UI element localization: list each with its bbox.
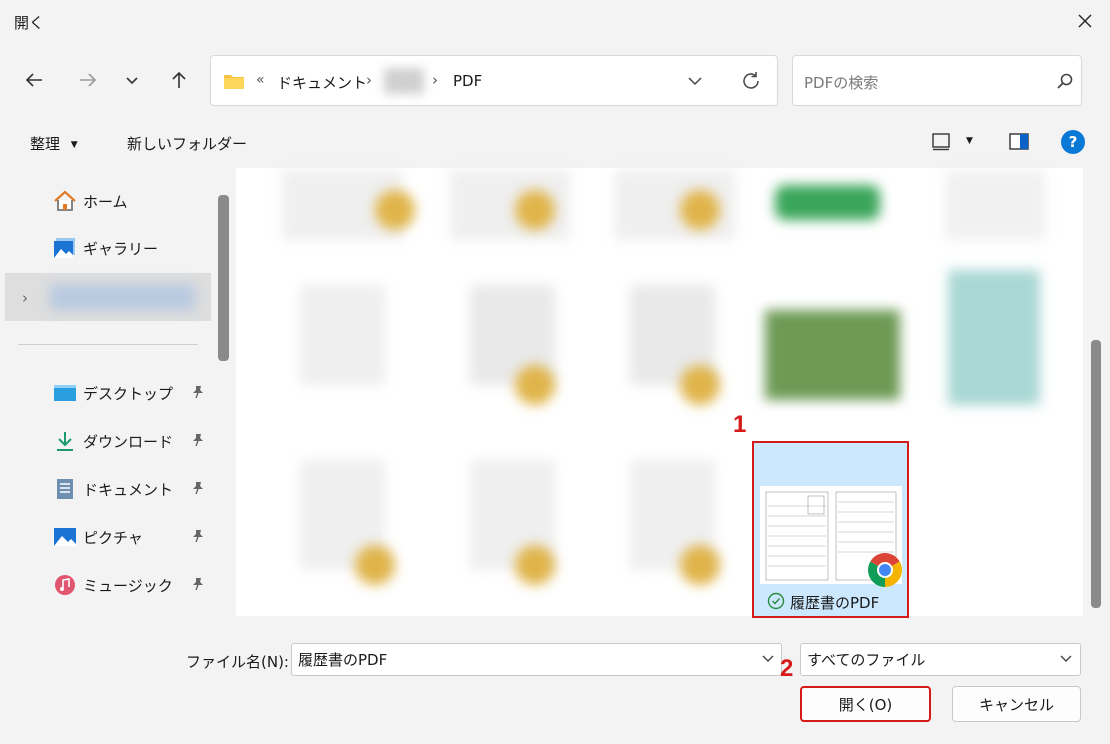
filename-label: ファイル名(N): [186, 653, 289, 671]
blurred-chrome-icon [515, 545, 555, 585]
sidebar-item-label: ホーム [83, 192, 128, 211]
organize-menu[interactable]: 整理 ▼ [30, 133, 78, 154]
step-1-marker: 1 [733, 411, 747, 438]
blurred-image-thumbnail[interactable] [765, 310, 900, 400]
pin-icon[interactable] [191, 577, 205, 595]
sidebar-item-documents[interactable]: ドキュメント [5, 466, 211, 512]
download-icon [53, 429, 77, 453]
title-bar [0, 0, 1110, 44]
recent-chevron-down-icon[interactable] [114, 62, 150, 98]
desktop-icon [53, 381, 77, 405]
close-icon[interactable] [1070, 6, 1100, 36]
sidebar-item-music[interactable]: ミュージック [5, 562, 211, 608]
filetype-value: すべてのファイル [807, 651, 926, 669]
sidebar-item-label: ピクチャ [83, 528, 143, 547]
home-icon [53, 189, 77, 213]
sidebar-divider [18, 344, 198, 345]
pictures-icon [53, 525, 77, 549]
chrome-icon [866, 551, 904, 593]
breadcrumb-separator-icon: › [366, 71, 372, 89]
blurred-chrome-icon [680, 545, 720, 585]
sidebar-scrollbar[interactable] [218, 195, 229, 361]
filetype-dropdown-chevron-icon[interactable] [1058, 650, 1074, 670]
sidebar-item-desktop[interactable]: デスクトップ [5, 370, 211, 416]
new-folder-button[interactable]: 新しいフォルダー [127, 133, 247, 154]
refresh-icon[interactable] [740, 70, 762, 96]
blurred-file-thumbnail[interactable] [945, 170, 1045, 240]
sidebar-item-label: ダウンロード [83, 432, 174, 451]
sidebar-item-downloads[interactable]: ダウンロード [5, 418, 211, 464]
open-button[interactable]: 開く(O) [800, 686, 931, 722]
up-arrow-icon[interactable] [161, 62, 197, 98]
help-icon[interactable]: ? [1061, 130, 1085, 154]
selected-file-name: 履歴書のPDF [790, 594, 880, 612]
music-icon [53, 573, 77, 597]
document-icon [53, 477, 77, 501]
blurred-file-thumbnail[interactable] [300, 285, 385, 385]
filetype-select[interactable]: すべてのファイル [800, 643, 1081, 676]
sync-status-check-icon [767, 592, 785, 614]
sidebar-item-home[interactable]: ホーム [5, 178, 211, 224]
expand-chevron-icon[interactable]: › [22, 289, 28, 307]
pin-icon[interactable] [191, 385, 205, 403]
sidebar-item-label: ドキュメント [83, 480, 174, 499]
view-layout-icon[interactable] [932, 133, 952, 155]
view-dropdown-caret-icon[interactable]: ▼ [966, 136, 973, 146]
breadcrumb-separator-icon: › [432, 71, 438, 89]
blurred-chrome-icon [680, 190, 720, 230]
folder-icon [223, 72, 245, 94]
blurred-chrome-icon [355, 545, 395, 585]
sidebar-item-label: ギャラリー [83, 239, 159, 258]
search-input[interactable]: PDFの検索 [804, 72, 878, 93]
search-icon[interactable] [1056, 72, 1074, 94]
forward-arrow-icon[interactable] [70, 62, 106, 98]
preview-pane-icon[interactable] [1009, 133, 1029, 155]
breadcrumb-overflow[interactable]: « [256, 72, 265, 88]
step-2-marker: 2 [780, 655, 794, 682]
sidebar-item-label: デスクトップ [83, 384, 174, 403]
gallery-icon [53, 236, 77, 260]
blurred-location [50, 284, 195, 310]
blurred-chrome-icon [375, 190, 415, 230]
back-arrow-icon[interactable] [16, 62, 52, 98]
blurred-chrome-icon [515, 365, 555, 405]
caret-down-icon: ▼ [70, 140, 78, 150]
window-title: 開く [14, 14, 45, 32]
breadcrumb-pdf[interactable]: PDF [453, 72, 482, 90]
address-dropdown-chevron-icon[interactable] [686, 72, 704, 94]
file-view-scrollbar[interactable] [1091, 340, 1101, 608]
pin-icon[interactable] [191, 433, 205, 451]
pin-icon[interactable] [191, 481, 205, 499]
blurred-file-thumbnail[interactable] [775, 185, 880, 220]
filename-input[interactable]: 履歴書のPDF [291, 643, 782, 676]
sidebar-item-label: ミュージック [83, 576, 173, 595]
filename-dropdown-chevron-icon[interactable] [760, 650, 776, 670]
blurred-image-thumbnail[interactable] [948, 270, 1040, 405]
blurred-chrome-icon [515, 190, 555, 230]
cancel-button[interactable]: キャンセル [952, 686, 1081, 722]
filename-value: 履歴書のPDF [298, 651, 388, 669]
sidebar-item-gallery[interactable]: ギャラリー [5, 225, 211, 271]
organize-label: 整理 [30, 135, 61, 153]
breadcrumb-documents[interactable]: ドキュメント [277, 72, 367, 93]
sidebar-item-pictures[interactable]: ピクチャ [5, 514, 211, 560]
breadcrumb-blurred[interactable] [384, 68, 424, 94]
pin-icon[interactable] [191, 529, 205, 547]
blurred-chrome-icon [680, 365, 720, 405]
